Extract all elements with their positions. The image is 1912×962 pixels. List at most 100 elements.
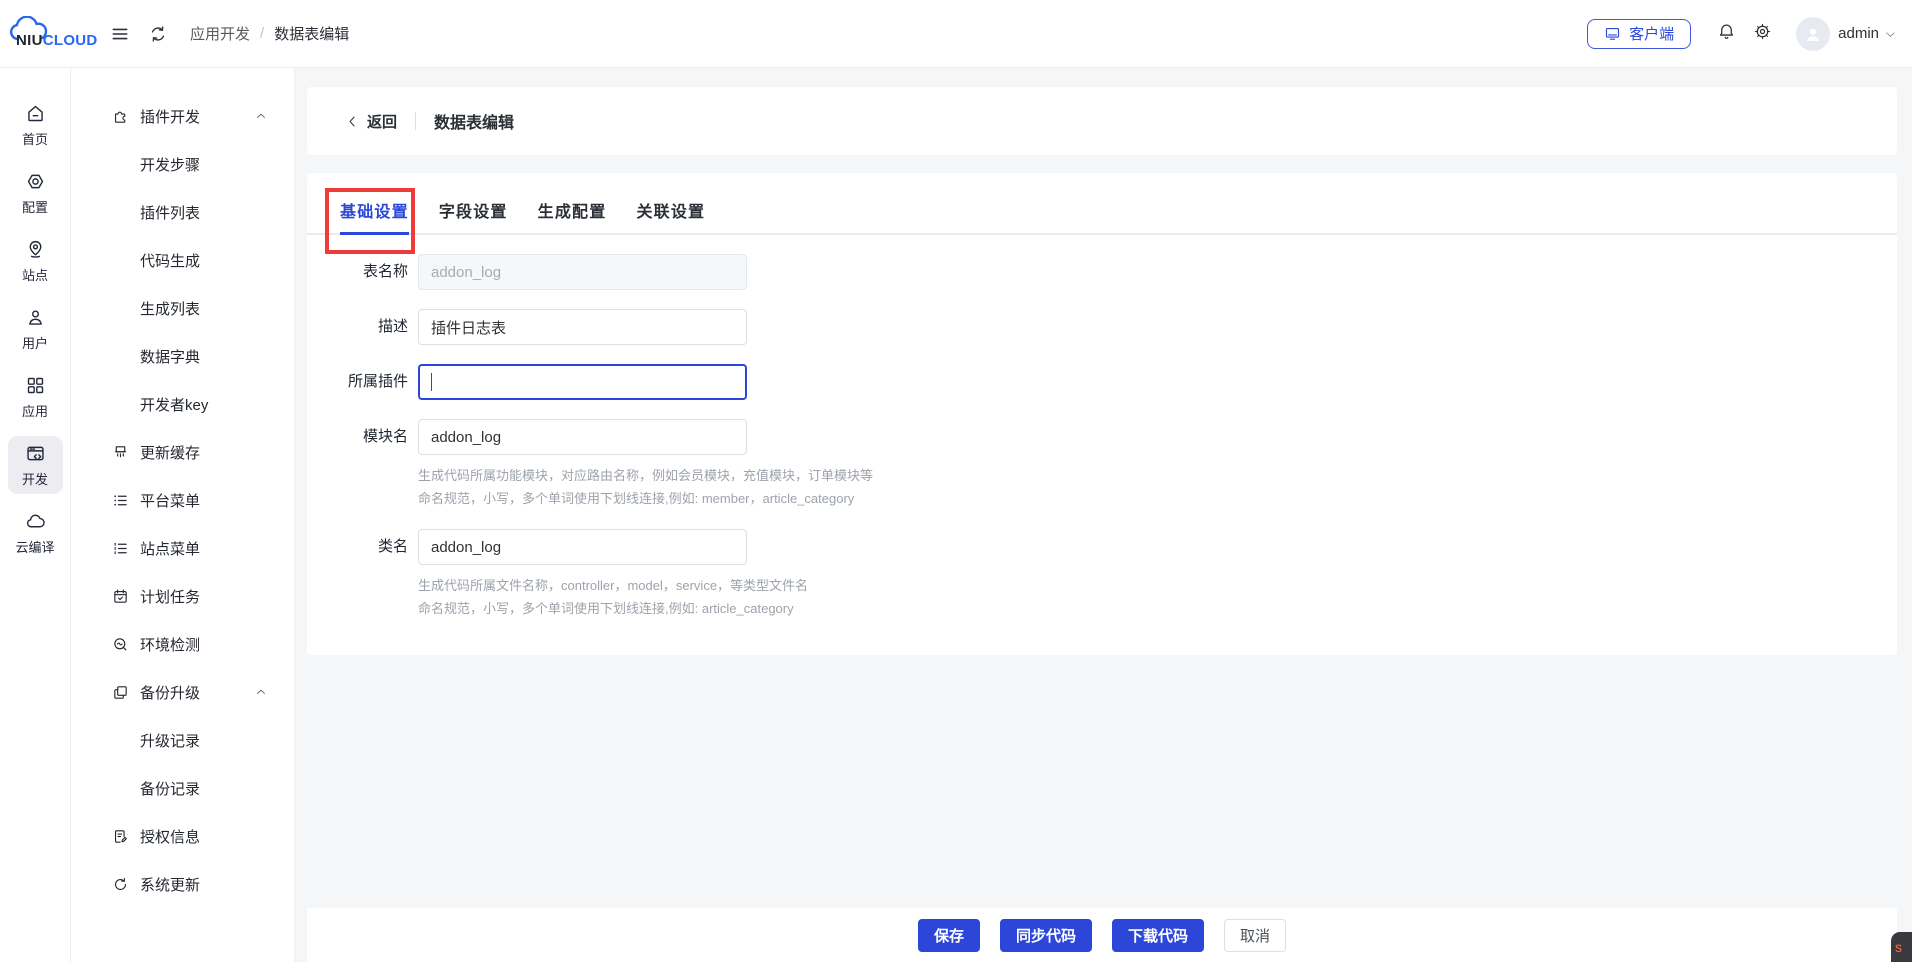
tab-basic-settings[interactable]: 基础设置: [340, 198, 409, 235]
logo-cloud: CLOUD: [42, 31, 98, 49]
sidebar-item-label: 平台菜单: [140, 492, 201, 510]
rail-label: 站点: [21, 268, 48, 283]
rail-item-cloud-compile[interactable]: 云编译: [8, 504, 63, 562]
rail-item-site[interactable]: 站点: [8, 232, 63, 290]
dev-window-icon: [25, 443, 46, 464]
sidebar-item-generate-list[interactable]: 生成列表: [71, 284, 294, 332]
sync-code-button[interactable]: 同步代码: [999, 918, 1092, 952]
field-help-text: 生成代码所属文件名称，controller，model，service，等类型文…: [418, 578, 809, 593]
sidebar-item-label: 站点菜单: [140, 540, 201, 558]
home-icon: [25, 103, 46, 124]
rail-item-home[interactable]: 首页: [8, 96, 63, 154]
username[interactable]: admin: [1838, 25, 1879, 42]
field-label: 表名称: [362, 263, 408, 280]
sidebar-group-backup-upgrade[interactable]: 备份升级: [71, 668, 294, 716]
logo-text: NIUCLOUD: [16, 32, 98, 49]
field-input-wrap: [418, 254, 747, 290]
notifications-button[interactable]: [1717, 22, 1736, 46]
field-help-text: 命名规范，小写，多个单词使用下划线连接,例如: article_category: [418, 601, 794, 616]
tab-relation-settings[interactable]: 关联设置: [636, 198, 705, 235]
class-name-input[interactable]: [418, 529, 747, 565]
chevron-up-icon: [254, 109, 268, 123]
monitor-icon: [1604, 25, 1621, 42]
client-button[interactable]: 客户端: [1587, 18, 1692, 49]
sidebar-item-system-update[interactable]: 系统更新: [71, 860, 294, 908]
description-input[interactable]: [418, 309, 747, 345]
chevron-down-icon[interactable]: [1883, 27, 1898, 42]
rail-item-apps[interactable]: 应用: [8, 368, 63, 426]
search-wave-icon: [112, 636, 129, 653]
sidebar-item-site-menu[interactable]: 站点菜单: [71, 524, 294, 572]
sidebar-item-label: 备份记录: [140, 780, 201, 798]
settings-button[interactable]: [1753, 22, 1772, 46]
table-name-input[interactable]: [418, 254, 747, 290]
sidebar-item-label: 更新缓存: [140, 444, 201, 462]
sidebar-item-scheduled-tasks[interactable]: 计划任务: [71, 572, 294, 620]
sidebar-item-label: 系统更新: [140, 876, 201, 894]
sidebar-item-env-check[interactable]: 环境检测: [71, 620, 294, 668]
cancel-button[interactable]: 取消: [1224, 918, 1287, 952]
tab-generate-config[interactable]: 生成配置: [538, 198, 607, 235]
header-right: 客户端 admin: [1587, 16, 1912, 51]
brush-icon: [112, 444, 129, 461]
back-label: 返回: [367, 113, 398, 131]
sidebar-item-platform-menu[interactable]: 平台菜单: [71, 476, 294, 524]
rail-item-config[interactable]: 配置: [8, 164, 63, 222]
niucloud-logo[interactable]: NIUCLOUD: [10, 12, 97, 56]
breadcrumb-separator: /: [260, 25, 265, 42]
field-help-text: 生成代码所属功能模块，对应路由名称，例如会员模块，充值模块，订单模块等: [418, 468, 874, 483]
collapse-menu-icon[interactable]: [110, 24, 130, 44]
corner-badge-text: s: [1895, 939, 1902, 955]
rail-item-user[interactable]: 用户: [8, 300, 63, 358]
chevron-left-icon: [345, 114, 360, 129]
form-row-description: 描述: [307, 309, 1897, 345]
rail-label: 应用: [21, 404, 48, 419]
sidebar-item-upgrade-records[interactable]: 升级记录: [71, 716, 294, 764]
copy-icon: [112, 684, 129, 701]
sidebar-group-plugin-dev[interactable]: 插件开发: [71, 92, 294, 140]
sidebar-item-license-info[interactable]: 授权信息: [71, 812, 294, 860]
list-dots-icon: [112, 540, 129, 557]
owner-plugin-input[interactable]: [418, 364, 747, 400]
calendar-check-icon: [112, 588, 129, 605]
sidebar-item-backup-records[interactable]: 备份记录: [71, 764, 294, 812]
form-row-owner-plugin: 所属插件: [307, 364, 1897, 400]
avatar[interactable]: [1796, 16, 1831, 51]
refresh-page-icon[interactable]: [148, 24, 168, 44]
apps-grid-icon: [25, 375, 46, 396]
back-button[interactable]: 返回: [345, 111, 397, 132]
sidebar-item-developer-key[interactable]: 开发者key: [71, 380, 294, 428]
plugin-icon: [112, 108, 129, 125]
title-divider: [415, 112, 417, 130]
download-code-button[interactable]: 下载代码: [1112, 918, 1205, 952]
field-input-wrap: 生成代码所属文件名称，controller，model，service，等类型文…: [418, 529, 808, 620]
sidebar-item-refresh-cache[interactable]: 更新缓存: [71, 428, 294, 476]
page-header-card: 返回 数据表编辑: [307, 87, 1897, 155]
sidebar-item-label: 备份升级: [140, 684, 201, 702]
sidebar-item-label: 环境检测: [140, 636, 201, 654]
refresh-icon: [112, 876, 129, 893]
sidebar-item-data-dictionary[interactable]: 数据字典: [71, 332, 294, 380]
corner-overlay-badge: s: [1891, 932, 1912, 962]
sidebar-item-label: 插件开发: [140, 108, 201, 126]
field-label: 描述: [377, 318, 408, 335]
secondary-sidebar: 插件开发 开发步骤 插件列表 代码生成 生成列表 数据字典 开发者key 更新缓…: [71, 68, 295, 962]
rail-item-dev[interactable]: 开发: [7, 436, 63, 494]
rail-label: 用户: [21, 336, 48, 351]
module-name-input[interactable]: [418, 419, 747, 455]
sidebar-item-code-generate[interactable]: 代码生成: [71, 236, 294, 284]
user-icon: [25, 307, 46, 328]
sidebar-item-label: 数据字典: [140, 348, 201, 366]
cloud-icon: [25, 511, 46, 532]
sidebar-item-plugin-list[interactable]: 插件列表: [71, 188, 294, 236]
footer-action-bar: 保存 同步代码 下载代码 取消: [307, 908, 1897, 962]
field-label: 模块名: [362, 428, 408, 445]
settings-nut-icon: [25, 171, 46, 192]
form-row-class-name: 类名 生成代码所属文件名称，controller，model，service，等…: [307, 529, 1897, 620]
client-button-label: 客户端: [1629, 26, 1675, 43]
breadcrumb-section[interactable]: 应用开发: [190, 23, 250, 44]
chevron-up-icon: [254, 685, 268, 699]
tab-field-settings[interactable]: 字段设置: [439, 198, 508, 235]
sidebar-item-dev-steps[interactable]: 开发步骤: [71, 140, 294, 188]
save-button[interactable]: 保存: [917, 918, 980, 952]
